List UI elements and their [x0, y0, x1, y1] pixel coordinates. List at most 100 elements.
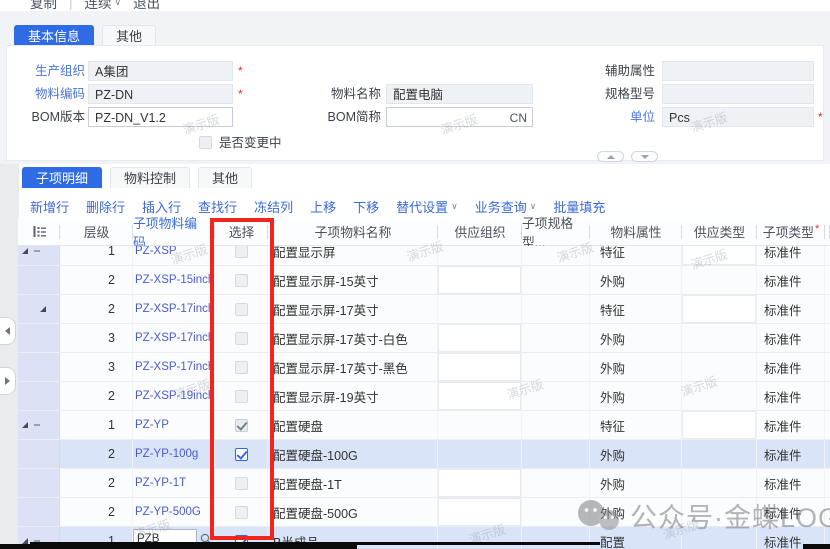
toolbar-删除行[interactable]: 删除行 — [86, 197, 125, 216]
basic-tab-基本信息[interactable]: 基本信息 — [14, 25, 94, 46]
is-changing-checkbox[interactable] — [199, 136, 212, 149]
column-header-ctype[interactable]: 子项类型* — [757, 218, 825, 245]
row-expander-cell[interactable] — [18, 440, 60, 468]
collapse-up-button[interactable] — [597, 151, 624, 162]
table-row[interactable]: 2PZ-YP-500G配置硬盘-500G外购标准件 — [18, 498, 830, 527]
material-attr-cell: 外购 — [590, 440, 682, 468]
column-header-org[interactable]: 供应组织 — [438, 218, 522, 245]
toolbar-下移[interactable]: 下移 — [353, 197, 379, 216]
material-attr-cell: 外购 — [590, 469, 682, 497]
material-name-cell: 配置硬盘-1T — [268, 469, 438, 497]
supply-org-cell[interactable] — [438, 469, 522, 497]
detail-tab-物料控制[interactable]: 物料控制 — [110, 167, 190, 188]
table-row[interactable]: 2PZ-YP-100g配置硬盘-100G外购标准件 — [18, 440, 830, 469]
supply-type-cell[interactable] — [682, 411, 757, 439]
column-header-name[interactable]: 子项物料名称 — [268, 218, 438, 245]
separator: | — [69, 0, 73, 10]
column-header-attr[interactable]: 物料属性 — [590, 218, 682, 245]
supply-type-cell — [682, 382, 757, 410]
collapse-down-button[interactable] — [631, 151, 658, 162]
bom-short-input[interactable]: CN — [386, 107, 533, 127]
row-expander-cell[interactable] — [18, 266, 60, 294]
table-row[interactable]: 2PZ-XSP-15inch配置显示屏-15英寸外购标准件 — [18, 266, 830, 295]
column-header-spec[interactable]: 子项规格型... — [522, 218, 590, 245]
triangle-down-icon — [641, 155, 649, 159]
material-code-cell[interactable]: PZ-YP-100g — [133, 440, 215, 468]
column-header-code[interactable]: 子项物料编码* — [133, 218, 215, 245]
table-row[interactable]: 1PZ-YP配置硬盘特征标准件 — [18, 411, 830, 440]
material-code-cell[interactable]: PZ-XSP-15inch — [133, 266, 215, 294]
level-cell: 2 — [60, 295, 133, 323]
supply-org-cell[interactable] — [438, 382, 522, 410]
splitter-expand-right-button[interactable] — [0, 367, 16, 395]
supply-org-cell — [438, 295, 522, 323]
triangle-right-icon — [5, 377, 10, 385]
material-code-cell[interactable]: PZ-XSP-17inch — [133, 295, 215, 323]
material-code-cell[interactable]: PZ-XSP — [133, 246, 215, 265]
topbar-item-连续[interactable]: 连续∨ — [85, 0, 122, 11]
basic-tab-其他[interactable]: 其他 — [102, 25, 156, 46]
material-code-cell[interactable]: PZ-XSP-19inch — [133, 382, 215, 410]
triangle-left-icon — [5, 327, 10, 335]
chevron-down-icon: ∨ — [115, 0, 122, 8]
material-code-cell[interactable]: PZ-YP-1T — [133, 469, 215, 497]
row-expander-cell[interactable] — [18, 295, 60, 323]
row-expander-cell[interactable] — [18, 246, 60, 265]
spec-cell — [522, 246, 590, 265]
child-type-cell: 标准件 — [757, 295, 825, 323]
spec-cell — [522, 266, 590, 294]
column-header-level[interactable]: 层级 — [60, 218, 133, 245]
toolbar-新增行[interactable]: 新增行 — [30, 197, 69, 216]
child-type-cell: 标准件 — [757, 246, 825, 265]
supply-org-cell[interactable] — [438, 498, 522, 526]
supply-type-cell — [682, 440, 757, 468]
row-expander-cell[interactable] — [18, 411, 60, 439]
detail-tab-其他[interactable]: 其他 — [198, 167, 252, 188]
toolbar-替代设置[interactable]: 替代设置∨ — [396, 197, 458, 216]
row-expander-cell[interactable] — [18, 382, 60, 410]
supply-org-cell[interactable] — [438, 324, 522, 352]
row-expander-cell[interactable] — [18, 469, 60, 497]
row-expander-cell[interactable] — [18, 498, 60, 526]
supply-org-cell[interactable] — [438, 353, 522, 381]
material-code-cell[interactable]: PZ-YP-500G — [133, 498, 215, 526]
supply-type-cell — [682, 527, 757, 549]
spec-cell — [522, 469, 590, 497]
column-header-stype[interactable]: 供应类型 — [682, 218, 757, 245]
table-row[interactable]: 2PZ-XSP-19inch配置显示屏-19英寸外购标准件 — [18, 382, 830, 411]
table-row[interactable]: 2PZ-YP-1T配置硬盘-1T外购标准件 — [18, 469, 830, 498]
table-row[interactable]: 2PZ-XSP-17inch配置显示屏-17英寸特征标准件 — [18, 295, 830, 324]
material-code-label: 物料编码 — [10, 84, 85, 104]
filler-cell — [825, 440, 830, 468]
row-expander-cell[interactable] — [18, 324, 60, 352]
is-changing-label: 是否变更中 — [219, 133, 309, 153]
table-row[interactable]: 1PZ-XSP配置显示屏特征标准件 — [18, 246, 830, 266]
supply-org-cell[interactable] — [438, 266, 522, 294]
prod-org-label: 生产组织 — [10, 61, 85, 81]
expand-triangle-icon[interactable] — [22, 248, 28, 254]
spec-cell — [522, 353, 590, 381]
bom-version-input[interactable]: PZ-DN_V1.2 — [88, 107, 233, 127]
supply-type-cell[interactable] — [682, 246, 757, 265]
table-row[interactable]: 3PZ-XSP-17inch-HS配置显示屏-17英寸-黑色外购标准件 — [18, 353, 830, 382]
supply-type-cell[interactable] — [682, 295, 757, 323]
expand-triangle-icon[interactable] — [40, 306, 46, 312]
topbar-item-复制[interactable]: 复制 — [30, 0, 57, 11]
row-expander-cell[interactable] — [18, 353, 60, 381]
material-code-cell[interactable]: PZ-YP — [133, 411, 215, 439]
row-selector-header — [18, 218, 60, 245]
table-row[interactable]: 3PZ-XSP-17inch-BS配置显示屏-17英寸-白色外购标准件 — [18, 324, 830, 353]
column-filler — [825, 218, 830, 245]
material-code-cell[interactable]: PZ-XSP-17inch-BS — [133, 324, 215, 352]
splitter-collapse-left-button[interactable] — [0, 317, 16, 345]
toolbar-上移[interactable]: 上移 — [310, 197, 336, 216]
filler-cell — [825, 353, 830, 381]
supply-org-cell[interactable] — [438, 440, 522, 468]
material-code-cell[interactable]: PZ-XSP-17inch-HS — [133, 353, 215, 381]
toolbar-冻结列[interactable]: 冻结列 — [254, 197, 293, 216]
topbar-item-退出[interactable]: 退出 — [133, 0, 160, 11]
detail-tab-子项明细[interactable]: 子项明细 — [22, 167, 102, 188]
chevron-down-icon: ∨ — [451, 201, 458, 212]
expand-triangle-icon[interactable] — [22, 422, 28, 428]
material-name-cell: 配置显示屏-15英寸 — [268, 266, 438, 294]
